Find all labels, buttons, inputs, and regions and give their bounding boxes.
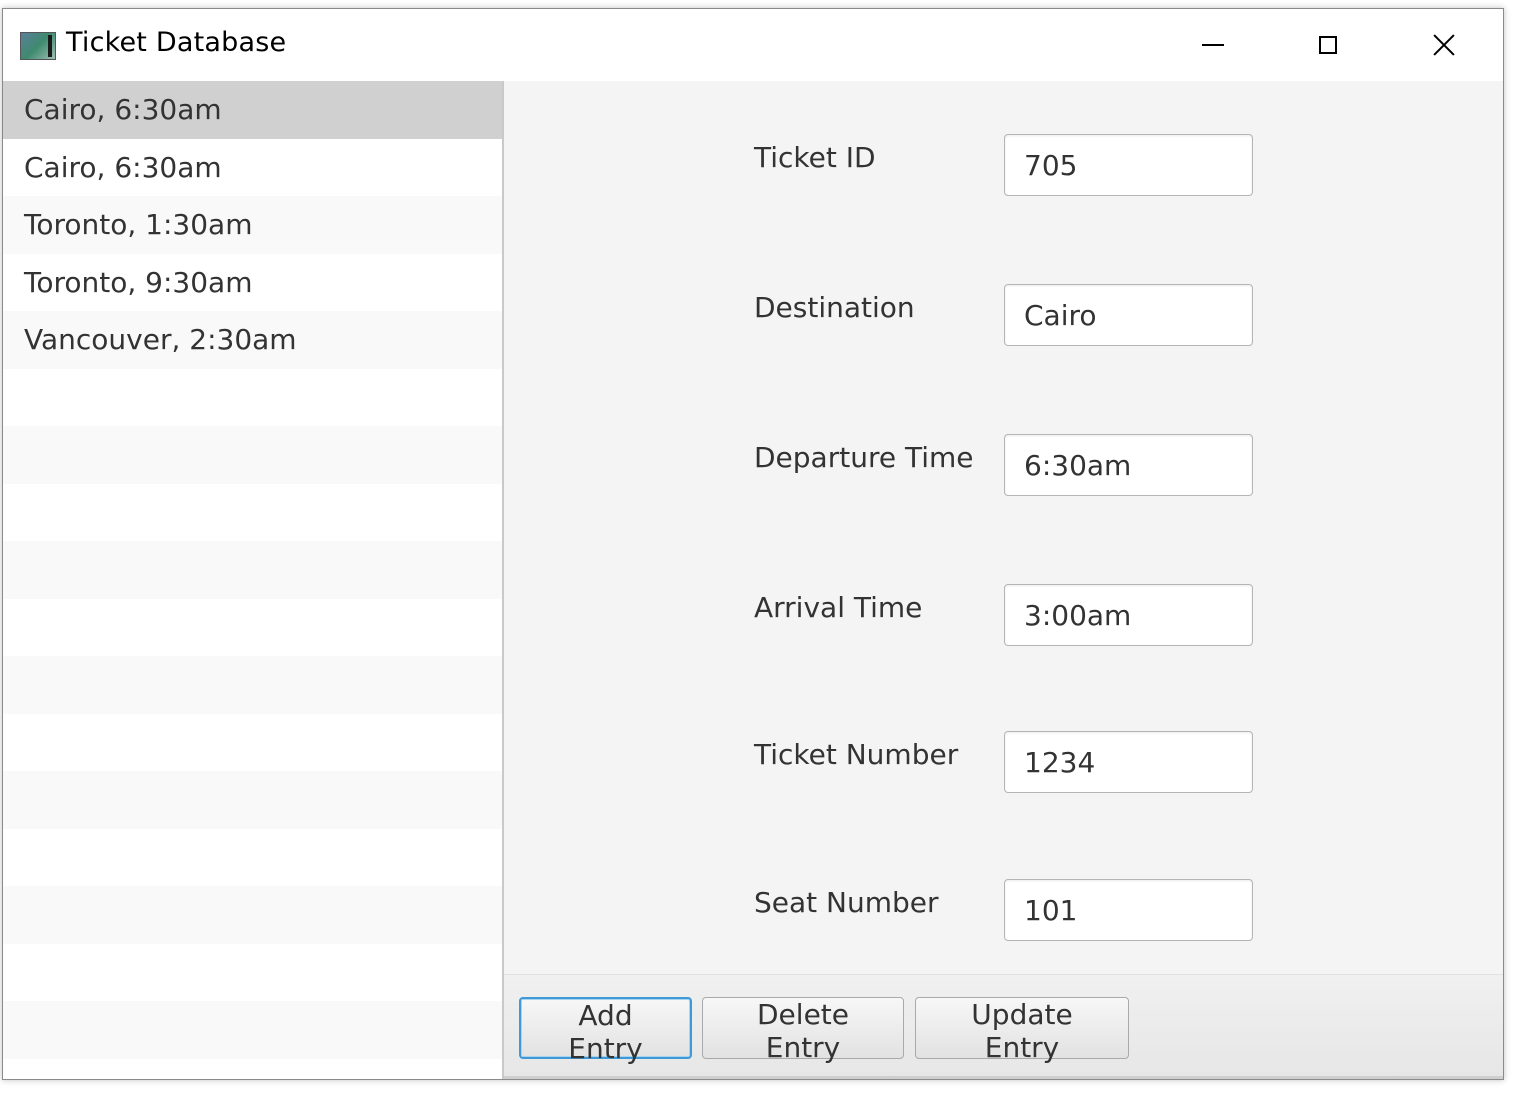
arrival-time-label: Arrival Time <box>754 591 923 624</box>
delete-entry-button[interactable]: Delete Entry <box>702 997 904 1064</box>
empty-list-row <box>3 713 502 771</box>
destination-field[interactable] <box>1004 284 1253 346</box>
close-icon <box>1432 33 1456 57</box>
empty-list-row <box>3 598 502 656</box>
add-entry-button[interactable]: Add Entry <box>519 997 692 1065</box>
button-bar: Add Entry Delete Entry Update Entry <box>504 974 1503 1079</box>
desktop: Ticket Database Cairo, 6:30am Cairo, 6:3… <box>0 0 1517 1093</box>
empty-list-row <box>3 886 502 944</box>
ticket-number-label: Ticket Number <box>754 738 959 771</box>
departure-time-field[interactable] <box>1004 434 1253 496</box>
ticket-form: Ticket ID Destination Departure Time Arr… <box>504 81 1503 974</box>
empty-list-row <box>3 426 502 484</box>
empty-list-row <box>3 483 502 541</box>
seat-number-label: Seat Number <box>754 886 939 919</box>
list-item[interactable]: Cairo, 6:30am <box>3 81 502 139</box>
list-item[interactable]: Vancouver, 2:30am <box>3 311 502 369</box>
empty-list-row <box>3 656 502 714</box>
window-title: Ticket Database <box>66 27 287 58</box>
app-window: Ticket Database Cairo, 6:30am Cairo, 6:3… <box>2 8 1504 1080</box>
empty-list-row <box>3 541 502 599</box>
maximize-button[interactable] <box>1270 9 1385 81</box>
seat-number-field[interactable] <box>1004 879 1253 941</box>
empty-list-row <box>3 1001 502 1059</box>
departure-time-label: Departure Time <box>754 441 974 474</box>
app-icon <box>20 32 56 60</box>
update-entry-button[interactable]: Update Entry <box>915 997 1129 1064</box>
empty-list-row <box>3 943 502 1001</box>
maximize-icon <box>1318 36 1337 54</box>
minimize-icon <box>1201 44 1224 46</box>
minimize-button[interactable] <box>1155 9 1270 81</box>
ticket-number-field[interactable] <box>1004 731 1253 793</box>
list-item[interactable]: Toronto, 1:30am <box>3 196 502 254</box>
destination-label: Destination <box>754 291 915 324</box>
empty-list-row <box>3 771 502 829</box>
close-button[interactable] <box>1386 9 1501 81</box>
empty-list-row <box>3 828 502 886</box>
ticket-id-label: Ticket ID <box>754 141 876 174</box>
ticket-id-field[interactable] <box>1004 134 1253 196</box>
list-item[interactable]: Toronto, 9:30am <box>3 253 502 311</box>
ticket-list[interactable]: Cairo, 6:30am Cairo, 6:30am Toronto, 1:3… <box>3 81 504 1079</box>
list-item[interactable]: Cairo, 6:30am <box>3 138 502 196</box>
arrival-time-field[interactable] <box>1004 584 1253 646</box>
empty-list-row <box>3 368 502 426</box>
title-bar[interactable]: Ticket Database <box>3 9 1503 81</box>
empty-list-row <box>3 1058 502 1079</box>
